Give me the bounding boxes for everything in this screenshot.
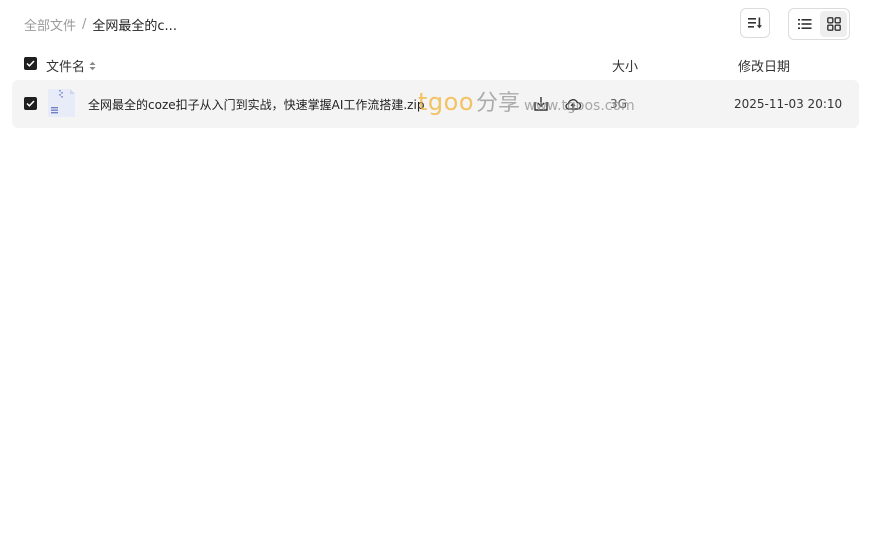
list-header: 文件名 大小 修改日期: [0, 52, 874, 76]
list-view-icon: [797, 19, 811, 29]
breadcrumb-separator: /: [82, 16, 87, 32]
sort-arrows-icon: [89, 61, 96, 71]
checkmark-icon: [26, 60, 35, 67]
view-toggle: [788, 8, 850, 40]
file-browser: 全部文件 / 全网最全的c... 文件名 大小 修改日期 全网最全的coze扣子…: [0, 0, 874, 538]
grid-view-icon: [826, 17, 841, 31]
file-row-checkbox[interactable]: [24, 97, 37, 110]
file-name[interactable]: 全网最全的coze扣子从入门到实战，快速掌握AI工作流搭建.zip: [88, 96, 424, 113]
column-header-size[interactable]: 大小: [612, 56, 638, 75]
file-row[interactable]: 全网最全的coze扣子从入门到实战，快速掌握AI工作流搭建.zip 3G 202…: [12, 80, 859, 128]
breadcrumb-current-folder: 全网最全的c...: [92, 18, 177, 34]
grid-view-button[interactable]: [820, 11, 847, 37]
file-modified-date: 2025-11-03 20:10: [734, 97, 843, 111]
column-header-name-label: 文件名: [46, 60, 86, 75]
column-header-modified[interactable]: 修改日期: [738, 56, 790, 75]
column-header-name[interactable]: 文件名: [46, 56, 96, 75]
download-icon[interactable]: [532, 95, 550, 113]
checkmark-icon: [26, 100, 35, 107]
sort-icon: [748, 17, 762, 29]
breadcrumb-root-link[interactable]: 全部文件: [24, 15, 76, 34]
file-size: 3G: [610, 97, 627, 111]
sort-button[interactable]: [740, 8, 770, 38]
list-view-button[interactable]: [791, 11, 818, 37]
cloud-share-icon[interactable]: [564, 95, 582, 113]
breadcrumb: 全部文件 / 全网最全的c...: [24, 15, 177, 34]
zip-file-icon: [48, 89, 75, 117]
select-all-checkbox[interactable]: [24, 57, 37, 70]
